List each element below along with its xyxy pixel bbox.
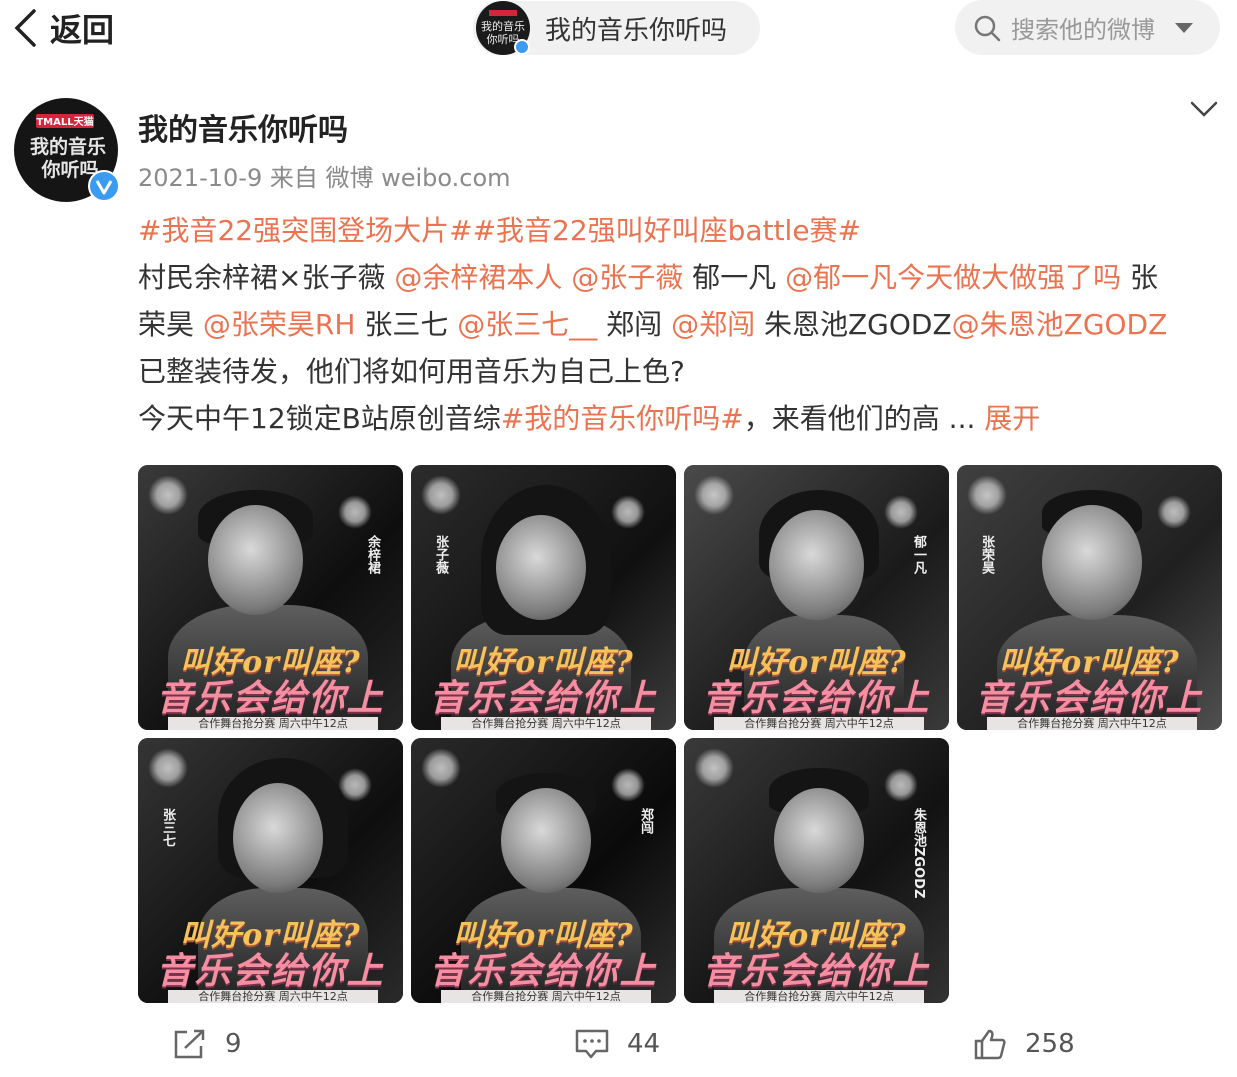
search-icon [974,15,1001,41]
image-name-tag: 张子薇 [433,535,448,574]
post-text-segment: 已整装待发，他们将如何用音乐为自己上色? [138,355,685,388]
post-text: #我音22强突围登场大片##我音22强叫好叫座battle赛# 村民余梓裙×张子薇… [138,207,1228,442]
post-text-segment: 张三七 [355,308,458,341]
action-bar: 9 44 258 [0,1020,1237,1070]
like-count: 258 [1025,1029,1075,1059]
post-text-segment [562,261,571,294]
post-image[interactable]: 张三七叫好or叫座?音乐会给你上色合作舞台抢分赛 周六中午12点 [138,738,403,1003]
expand-link[interactable]: 展开 [975,402,1040,435]
post-text-segment: 今天中午12锁定B站原创音综 [138,402,501,435]
post-text-segment: 村民余梓裙×张子薇 [138,261,395,294]
mention-link[interactable]: @郁一凡今天做大做强了吗 [785,261,1121,294]
hashtag-link[interactable]: #我音22强叫好叫座battle赛# [473,214,861,247]
post-text-line: 今天中午12锁定B站原创音综#我的音乐你听吗#，来看他们的高 ... 展开 [138,395,1228,442]
post-meta: 2021-10-9 来自 微博 weibo.com [138,158,511,193]
post-text-segment: 朱恩池ZGODZ [755,308,952,341]
like-button[interactable]: 258 [973,1028,1075,1060]
post-image[interactable]: 郁一凡叫好or叫座?音乐会给你上色合作舞台抢分赛 周六中午12点 [684,465,949,730]
image-name-tag: 郁一凡 [911,535,926,574]
mention-link[interactable]: @张子薇 [571,261,683,294]
post-text-segment: ，来看他们的高 ... [743,402,976,435]
image-caption-bottom: 合作舞台抢分赛 周六中午12点 [714,717,924,730]
image-caption-bottom: 合作舞台抢分赛 周六中午12点 [987,717,1197,730]
dropdown-caret-icon[interactable] [1174,22,1194,34]
post-image[interactable]: 张子薇叫好or叫座?音乐会给你上色合作舞台抢分赛 周六中午12点 [411,465,676,730]
post-text-segment: 郁一凡 [683,261,786,294]
repost-button[interactable]: 9 [173,1028,242,1060]
comment-count: 44 [627,1029,661,1059]
post-text-segment: 郑闯 [597,308,672,341]
image-name-tag: 余梓裙 [365,535,380,574]
post-image[interactable]: 郑闯叫好or叫座?音乐会给你上色合作舞台抢分赛 周六中午12点 [411,738,676,1003]
mention-link[interactable]: @郑闯 [671,308,755,341]
post-text-segment: 张 [1121,261,1159,294]
verified-icon [88,170,120,202]
image-caption-bottom: 合作舞台抢分赛 周六中午12点 [168,990,378,1003]
mention-link[interactable]: @朱恩池ZGODZ [952,308,1168,341]
image-caption-bottom: 合作舞台抢分赛 周六中午12点 [441,990,651,1003]
account-title-pill[interactable]: 我的音乐 你听吗 我的音乐你听吗 [473,1,760,55]
mention-link[interactable]: @张三七__ [457,308,597,341]
image-name-tag: 郑闯 [638,808,653,834]
post-text-line: 村民余梓裙×张子薇 @余梓裙本人 @张子薇 郁一凡 @郁一凡今天做大做强了吗 张 [138,254,1228,301]
post-image[interactable]: 余梓裙叫好or叫座?音乐会给你上色合作舞台抢分赛 周六中午12点 [138,465,403,730]
svg-text:TMALL天猫: TMALL天猫 [36,115,93,128]
repost-count: 9 [225,1029,242,1059]
account-avatar: 我的音乐 你听吗 [475,0,531,56]
post-image[interactable]: 张荣昊叫好or叫座?音乐会给你上色合作舞台抢分赛 周六中午12点 [957,465,1222,730]
post-text-segment: 荣昊 [138,308,203,341]
chevron-down-icon[interactable] [1190,100,1218,118]
like-icon [974,1029,1006,1060]
author-name[interactable]: 我的音乐你听吗 [138,105,348,149]
svg-text:我的音乐: 我的音乐 [481,19,525,33]
post-date: 2021-10-9 [138,164,263,192]
mention-link[interactable]: @余梓裙本人 [394,261,562,294]
comment-button[interactable]: 44 [575,1028,660,1060]
svg-text:我的音乐: 我的音乐 [30,135,106,158]
back-label: 返回 [50,11,115,49]
page-title: 我的音乐你听吗 [545,15,728,46]
post-text-line: 已整装待发，他们将如何用音乐为自己上色? [138,348,1228,395]
image-caption-bottom: 合作舞台抢分赛 周六中午12点 [168,717,378,730]
image-name-tag: 张三七 [160,808,175,847]
post-source: 来自 微博 weibo.com [269,164,511,192]
hashtag-link[interactable]: #我音22强突围登场大片# [138,214,473,247]
image-caption-bottom: 合作舞台抢分赛 周六中午12点 [441,717,651,730]
search-input[interactable]: 搜索他的微博 [955,0,1220,55]
post-text-line: 荣昊 @张荣昊RH 张三七 @张三七__ 郑闯 @郑闯 朱恩池ZGODZ@朱恩池… [138,301,1228,348]
svg-text:你听吗: 你听吗 [487,33,520,46]
image-name-tag: 张荣昊 [979,535,994,574]
post-image[interactable]: 朱恩池ZGODZ叫好or叫座?音乐会给你上色合作舞台抢分赛 周六中午12点 [684,738,949,1003]
image-caption-bottom: 合作舞台抢分赛 周六中午12点 [714,990,924,1003]
mention-link[interactable]: @张荣昊RH [203,308,356,341]
back-button[interactable]: 返回 [12,6,114,50]
post-text-line: #我音22强突围登场大片##我音22强叫好叫座battle赛# [138,207,1228,254]
search-placeholder: 搜索他的微博 [1011,16,1155,44]
back-chevron-icon [14,9,36,47]
image-name-tag: 朱恩池ZGODZ [911,808,926,899]
hashtag-link[interactable]: #我的音乐你听吗# [501,402,744,435]
repost-icon [174,1029,205,1059]
comment-icon [575,1029,609,1059]
